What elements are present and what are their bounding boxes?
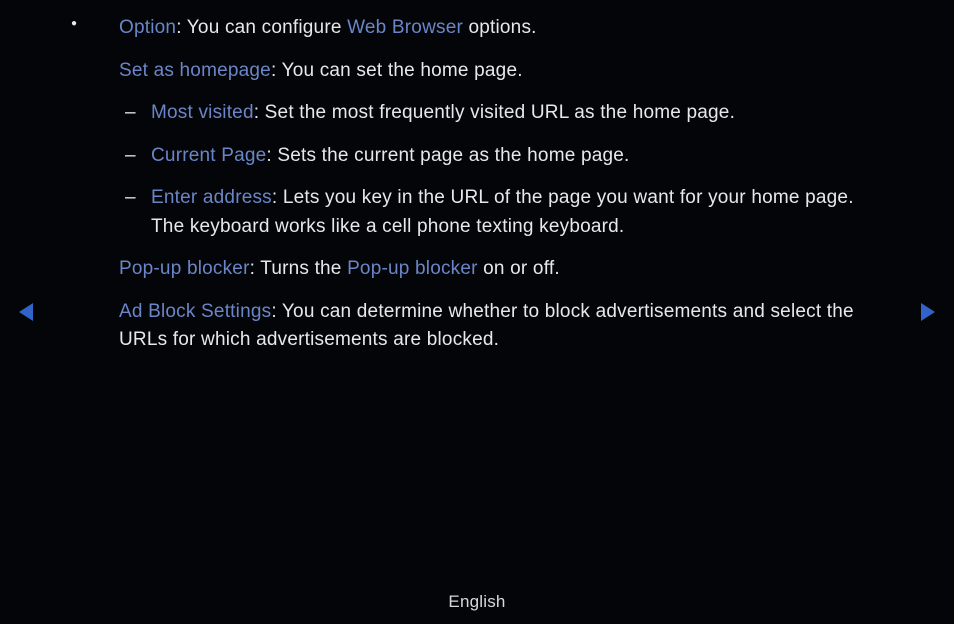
option-keyword: Option — [119, 17, 176, 38]
option-text2: options. — [463, 17, 537, 38]
current-page-keyword: Current Page — [151, 145, 266, 166]
popup-keyword: Pop-up blocker — [119, 258, 250, 279]
homepage-text: : You can set the home page. — [271, 60, 523, 81]
homepage-section: Set as homepage: You can set the home pa… — [95, 57, 890, 86]
adblock-section: Ad Block Settings: You can determine whe… — [95, 298, 890, 355]
web-browser-keyword: Web Browser — [347, 17, 463, 38]
bullet-option: Option: You can configure Web Browser op… — [95, 14, 890, 43]
dash-current-page: Current Page: Sets the current page as t… — [151, 142, 890, 171]
popup-text1: : Turns the — [250, 258, 347, 279]
homepage-keyword: Set as homepage — [119, 60, 271, 81]
next-page-button[interactable] — [918, 300, 938, 324]
most-visited-text: : Set the most frequently visited URL as… — [254, 102, 735, 123]
language-label: English — [0, 592, 954, 612]
popup-section: Pop-up blocker: Turns the Pop-up blocker… — [95, 255, 890, 284]
dash-enter-address: Enter address: Lets you key in the URL o… — [151, 184, 890, 241]
current-page-text: : Sets the current page as the home page… — [266, 145, 629, 166]
popup-keyword2: Pop-up blocker — [347, 258, 478, 279]
option-line: Option: You can configure Web Browser op… — [95, 14, 890, 43]
option-text1: : You can configure — [176, 17, 347, 38]
dash-most-visited: Most visited: Set the most frequently vi… — [151, 99, 890, 128]
adblock-keyword: Ad Block Settings — [119, 301, 271, 322]
homepage-options-list: Most visited: Set the most frequently vi… — [95, 99, 890, 241]
popup-text2: on or off. — [478, 258, 560, 279]
enter-address-keyword: Enter address — [151, 187, 272, 208]
manual-content: Option: You can configure Web Browser op… — [0, 0, 954, 355]
triangle-left-icon — [19, 303, 33, 321]
prev-page-button[interactable] — [16, 300, 36, 324]
triangle-right-icon — [921, 303, 935, 321]
most-visited-keyword: Most visited — [151, 102, 254, 123]
